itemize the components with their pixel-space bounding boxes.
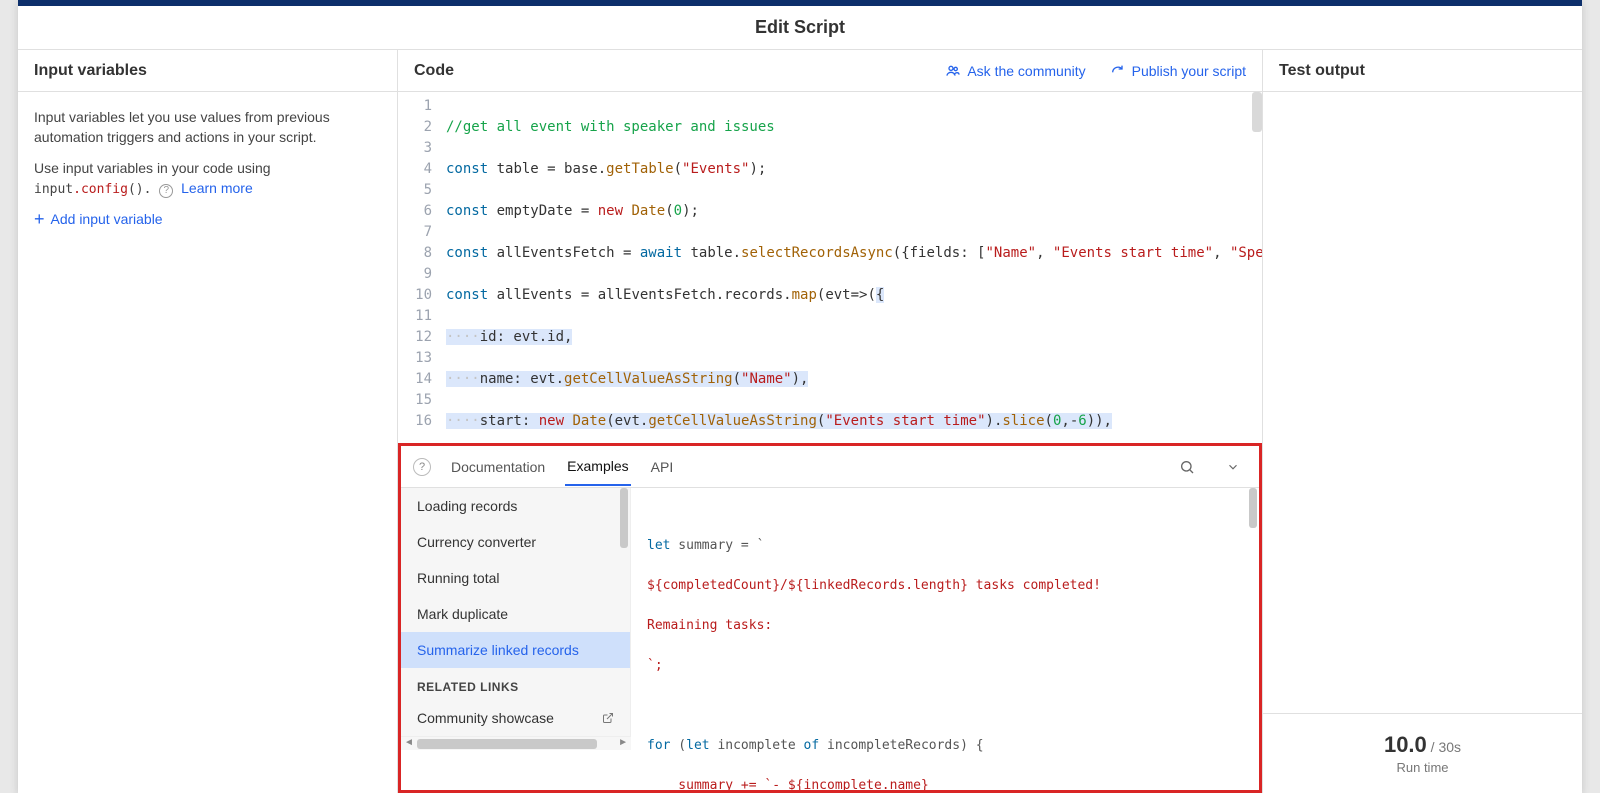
editor-gutter: 12345678910111213141516 — [398, 92, 442, 443]
sidebar-item-loading[interactable]: Loading records — [401, 488, 630, 524]
code-header: Code — [414, 62, 454, 80]
sidebar-item-currency[interactable]: Currency converter — [401, 524, 630, 560]
runtime-box: 10.0 / 30s Run time — [1263, 713, 1582, 793]
learn-more-link[interactable]: Learn more — [181, 180, 253, 196]
help-tabs: ? Documentation Examples API — [401, 446, 1259, 488]
code-editor[interactable]: 12345678910111213141516 //get all event … — [398, 92, 1262, 443]
help-icon[interactable]: ? — [159, 184, 173, 198]
plus-icon: + — [34, 212, 45, 226]
publish-icon — [1110, 63, 1126, 79]
hscroll-thumb[interactable] — [417, 739, 597, 749]
sidebar-item-summarize[interactable]: Summarize linked records — [401, 632, 630, 668]
example-code[interactable]: let summary = ` ${completedCount}/${link… — [631, 488, 1259, 790]
dialog-title: Edit Script — [18, 6, 1582, 50]
community-icon — [945, 63, 961, 79]
input-vars-desc-2: Use input variables in your code using i… — [34, 159, 381, 199]
sidebar-item-running[interactable]: Running total — [401, 560, 630, 596]
test-output-header: Test output — [1263, 50, 1582, 92]
add-input-variable-button[interactable]: + Add input variable — [34, 211, 381, 227]
tab-api[interactable]: API — [649, 449, 676, 485]
runtime-value: 10.0 — [1384, 732, 1427, 757]
example-scrollbar[interactable] — [1249, 488, 1257, 528]
tab-documentation[interactable]: Documentation — [449, 449, 547, 485]
editor-body[interactable]: //get all event with speaker and issues … — [442, 92, 1262, 443]
test-output-panel: Test output 10.0 / 30s Run time — [1262, 50, 1582, 793]
sidebar-hscroll[interactable]: ◄ ► — [401, 736, 631, 750]
runtime-denom: / 30s — [1427, 739, 1461, 755]
examples-sidebar: Loading records Currency converter Runni… — [401, 488, 631, 736]
input-variables-header: Input variables — [18, 50, 397, 92]
sidebar-item-markdup[interactable]: Mark duplicate — [401, 596, 630, 632]
question-icon[interactable]: ? — [413, 458, 431, 476]
input-vars-desc-1: Input variables let you use values from … — [34, 108, 381, 147]
code-token-input: input — [34, 182, 73, 197]
chevron-down-icon[interactable] — [1219, 453, 1247, 481]
code-panel: Code Ask the community Publish your scri… — [398, 50, 1262, 793]
tab-examples[interactable]: Examples — [565, 448, 630, 486]
input-variables-panel: Input variables Input variables let you … — [18, 50, 398, 793]
external-link-icon — [602, 712, 614, 724]
scrollbar-thumb[interactable] — [1252, 92, 1262, 132]
ask-community-link[interactable]: Ask the community — [945, 63, 1085, 79]
edit-script-dialog: Edit Script Input variables Input variab… — [18, 0, 1582, 793]
scroll-left-icon[interactable]: ◄ — [401, 737, 417, 748]
publish-script-link[interactable]: Publish your script — [1110, 63, 1246, 79]
runtime-label: Run time — [1396, 760, 1448, 775]
scroll-right-icon[interactable]: ► — [615, 737, 631, 748]
sidebar-heading-related: RELATED LINKS — [401, 668, 630, 700]
code-token-config: .config — [73, 182, 128, 197]
sidebar-scrollbar[interactable] — [620, 488, 628, 548]
help-panel: ? Documentation Examples API — [398, 443, 1262, 793]
search-icon[interactable] — [1173, 453, 1201, 481]
sidebar-item-showcase[interactable]: Community showcase — [401, 700, 630, 736]
